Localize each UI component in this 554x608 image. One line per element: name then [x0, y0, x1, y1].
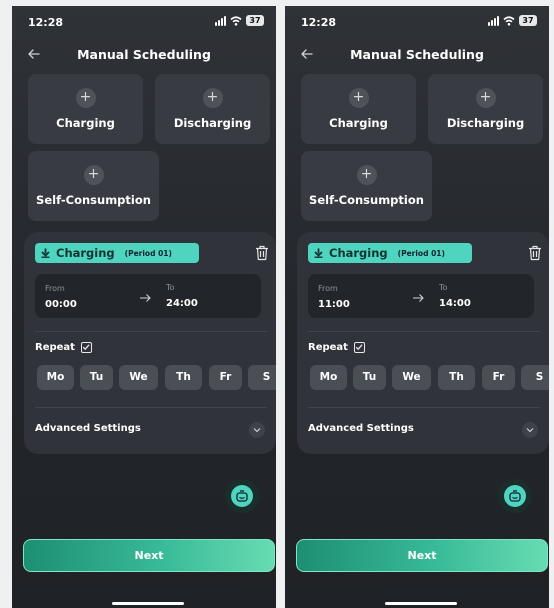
signal-icon	[488, 15, 499, 26]
mode-tile-self-consumption[interactable]: + Self-Consumption	[28, 151, 159, 221]
status-icons: 37	[215, 15, 264, 26]
status-time: 12:28	[301, 16, 337, 29]
checkbox-icon[interactable]	[353, 342, 365, 353]
advanced-settings-label: Advanced Settings	[35, 423, 141, 434]
plus-icon: +	[83, 165, 104, 185]
day-chip-fr[interactable]: Fr	[209, 365, 242, 390]
nav-header: Manual Scheduling	[285, 44, 549, 66]
status-bar: 12:28 37	[12, 6, 276, 36]
repeat-label: Repeat	[308, 342, 348, 353]
assistant-fab[interactable]	[498, 479, 532, 513]
day-chip-sa[interactable]: S	[521, 365, 549, 390]
advanced-settings-row[interactable]: Advanced Settings	[35, 422, 265, 438]
days-strip: Mo Tu We Th Fr S	[37, 365, 276, 390]
signal-icon	[215, 15, 226, 26]
period-mode: Charging	[329, 246, 388, 260]
repeat-row: Repeat	[308, 342, 365, 353]
wifi-icon	[503, 15, 515, 26]
page-title: Manual Scheduling	[77, 47, 211, 62]
home-indicator	[112, 602, 184, 605]
mode-label: Discharging	[446, 116, 525, 130]
day-chip-th[interactable]: Th	[438, 365, 475, 390]
battery-icon: 37	[246, 15, 264, 26]
mode-tile-self-consumption[interactable]: + Self-Consumption	[301, 151, 432, 221]
time-range-picker[interactable]: From 11:00 To 14:00	[308, 274, 534, 318]
period-number: (Period 01)	[397, 248, 445, 258]
repeat-label: Repeat	[35, 342, 75, 353]
mode-label: Self-Consumption	[309, 193, 424, 207]
divider	[308, 407, 540, 408]
period-card: Charging (Period 01) From 11:00 To 14:00…	[297, 232, 549, 454]
download-arrow-icon	[314, 248, 323, 258]
day-chip-tu[interactable]: Tu	[80, 365, 113, 390]
plus-icon: +	[75, 88, 96, 108]
right-arrow-icon	[140, 294, 151, 302]
divider	[308, 331, 540, 332]
chevron-down-icon[interactable]	[522, 422, 538, 438]
day-chip-fr[interactable]: Fr	[482, 365, 515, 390]
checkbox-icon[interactable]	[80, 342, 92, 353]
download-arrow-icon	[41, 248, 50, 258]
day-chip-we[interactable]: We	[392, 365, 431, 390]
time-range-picker[interactable]: From 00:00 To 24:00	[35, 274, 261, 318]
mode-label: Charging	[56, 116, 115, 130]
battery-icon: 37	[519, 15, 537, 26]
divider	[35, 407, 267, 408]
plus-icon: +	[475, 88, 496, 108]
plus-icon: +	[202, 88, 223, 108]
mode-label: Discharging	[173, 116, 252, 130]
status-time: 12:28	[28, 16, 64, 29]
repeat-row: Repeat	[35, 342, 92, 353]
robot-assistant-icon	[504, 485, 526, 507]
divider	[35, 331, 267, 332]
to-time[interactable]: 24:00	[166, 298, 198, 309]
plus-icon: +	[356, 165, 377, 185]
home-indicator	[385, 602, 457, 605]
day-chip-mo[interactable]: Mo	[37, 365, 74, 390]
days-strip: Mo Tu We Th Fr S	[310, 365, 549, 390]
period-badge: Charging (Period 01)	[35, 243, 199, 263]
trash-icon[interactable]	[255, 245, 269, 261]
trash-icon[interactable]	[528, 245, 542, 261]
from-time[interactable]: 00:00	[45, 299, 77, 310]
phone-screen-right: 12:28 37 Manual Scheduling + Charging + …	[285, 6, 549, 608]
phone-screen-left: 12:28 37 Manual Scheduling + Charging + …	[12, 6, 276, 608]
day-chip-mo[interactable]: Mo	[310, 365, 347, 390]
to-label: To	[439, 283, 448, 292]
robot-assistant-icon	[231, 485, 253, 507]
mode-tile-discharging[interactable]: + Discharging	[155, 74, 270, 144]
to-time[interactable]: 14:00	[439, 298, 471, 309]
page-title: Manual Scheduling	[350, 47, 484, 62]
from-label: From	[45, 284, 65, 293]
next-button[interactable]: Next	[296, 539, 548, 572]
status-icons: 37	[488, 15, 537, 26]
from-time[interactable]: 11:00	[318, 299, 350, 310]
mode-tile-discharging[interactable]: + Discharging	[428, 74, 543, 144]
plus-icon: +	[348, 88, 369, 108]
day-chip-sa[interactable]: S	[248, 365, 276, 390]
period-card: Charging (Period 01) From 00:00 To 24:00…	[24, 232, 276, 454]
day-chip-we[interactable]: We	[119, 365, 158, 390]
advanced-settings-row[interactable]: Advanced Settings	[308, 422, 538, 438]
day-chip-th[interactable]: Th	[165, 365, 202, 390]
wifi-icon	[230, 15, 242, 26]
mode-label: Charging	[329, 116, 388, 130]
advanced-settings-label: Advanced Settings	[308, 423, 414, 434]
mode-tile-charging[interactable]: + Charging	[28, 74, 143, 144]
mode-tile-charging[interactable]: + Charging	[301, 74, 416, 144]
assistant-fab[interactable]	[225, 479, 259, 513]
period-mode: Charging	[56, 246, 115, 260]
nav-header: Manual Scheduling	[12, 44, 276, 66]
day-chip-tu[interactable]: Tu	[353, 365, 386, 390]
period-number: (Period 01)	[124, 248, 172, 258]
chevron-down-icon[interactable]	[249, 422, 265, 438]
mode-label: Self-Consumption	[36, 193, 151, 207]
period-badge: Charging (Period 01)	[308, 243, 472, 263]
next-button[interactable]: Next	[23, 539, 275, 572]
status-bar: 12:28 37	[285, 6, 549, 36]
from-label: From	[318, 284, 338, 293]
right-arrow-icon	[413, 294, 424, 302]
to-label: To	[166, 283, 175, 292]
